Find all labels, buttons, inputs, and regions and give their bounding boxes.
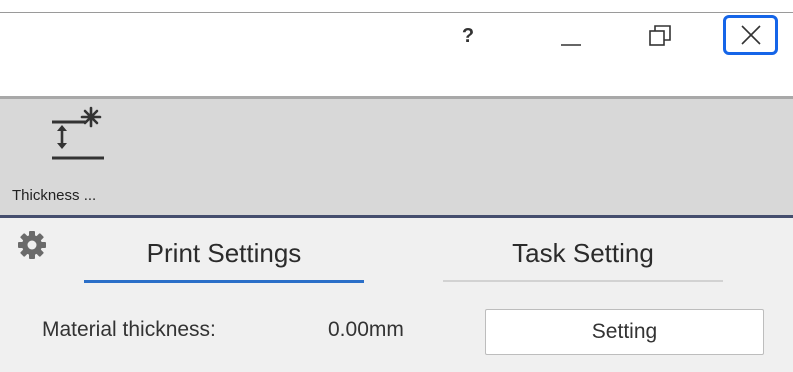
tab-print-settings-label: Print Settings <box>146 238 302 268</box>
tab-task-setting-label: Task Setting <box>512 238 654 268</box>
title-bar-top-border <box>0 12 793 13</box>
restore-icon <box>649 25 671 46</box>
tab-print-settings[interactable]: Print Settings <box>84 228 364 280</box>
tab-task-setting-underline <box>443 280 723 282</box>
restore-button[interactable] <box>642 20 678 52</box>
tab-task-setting[interactable]: Task Setting <box>443 228 723 280</box>
thickness-laser-icon <box>52 106 104 160</box>
setting-button-label: Setting <box>591 320 658 343</box>
thickness-tool-label: Thickness ... <box>12 187 97 204</box>
help-button[interactable]: ? <box>455 22 481 50</box>
tab-print-settings-underline <box>84 280 364 283</box>
close-icon <box>740 25 761 45</box>
help-icon: ? <box>461 24 475 47</box>
gear-icon[interactable] <box>17 230 47 260</box>
material-thickness-label: Material thickness: <box>42 318 216 341</box>
material-thickness-value: 0.00mm <box>328 318 404 341</box>
close-button[interactable] <box>723 15 778 55</box>
title-bar: ? <box>0 0 793 98</box>
minimize-icon <box>561 44 581 46</box>
thickness-tool-button[interactable]: Thickness ... <box>10 104 140 210</box>
toolbar-bottom-border <box>0 215 793 218</box>
minimize-button[interactable] <box>555 22 587 50</box>
setting-button[interactable]: Setting <box>485 309 764 355</box>
